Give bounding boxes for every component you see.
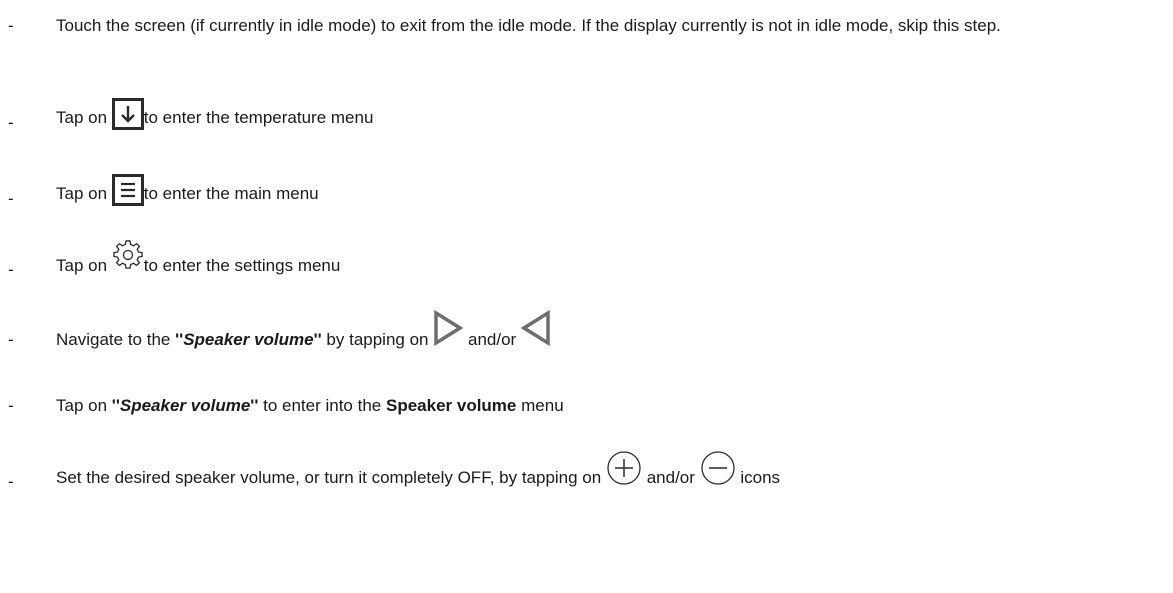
step-text-and: and/or [467,330,517,349]
step-text-before: Tap on [56,184,108,203]
emphasis-speaker-volume: Speaker volume [119,396,251,415]
step-text-after: to enter the temperature menu [143,108,374,127]
bullet-dash: - [8,472,14,491]
step-text: Navigate to the ''Speaker volume'' by ta… [56,309,551,350]
quote-open: '' [175,330,184,349]
step-text: Tap on to enter the temperature menu [56,98,374,130]
step-text-before: Tap on [56,396,108,415]
step-text-before: Set the desired speaker volume, or turn … [56,468,602,487]
step-text-after: menu [521,396,564,415]
bullet-dash: - [8,113,14,132]
step-text-middle: by tapping on [326,330,429,349]
bold-speaker-volume: Speaker volume [385,396,517,415]
plus-circle-icon [606,450,642,486]
quote-close: '' [313,330,322,349]
step-text: Tap on to enter the main menu [56,174,319,206]
step-text-before: Tap on [56,108,108,127]
step-text-before: Tap on [56,256,108,275]
triangle-right-icon [433,309,464,347]
quote-open: '' [111,396,120,415]
step-text: Tap on ''Speaker volume'' to enter into … [56,396,564,416]
step-text-after: icons [740,468,781,487]
step-text-middle: to enter into the [263,396,382,415]
triangle-left-icon [520,309,551,347]
step-text-after: to enter the main menu [143,184,319,203]
bullet-dash: - [8,189,14,208]
down-arrow-box-icon [111,98,144,130]
bullet-dash: - [8,330,14,349]
step-text-after: to enter the settings menu [143,256,341,275]
menu-lines-box-icon [111,174,144,206]
emphasis-speaker-volume: Speaker volume [183,330,314,349]
step-text: Set the desired speaker volume, or turn … [56,450,781,488]
step-text-and: and/or [646,468,695,487]
bullet-dash: - [8,260,14,279]
bullet-dash: - [8,16,14,35]
step-text-before: Navigate to the [56,330,171,349]
minus-circle-icon [700,450,736,486]
step-text: Tap on to enter the settings menu [56,240,341,276]
quote-close: '' [250,396,259,415]
gear-icon [112,240,144,270]
step-text: Touch the screen (if currently in idle m… [56,16,1001,35]
bullet-dash: - [8,396,14,415]
